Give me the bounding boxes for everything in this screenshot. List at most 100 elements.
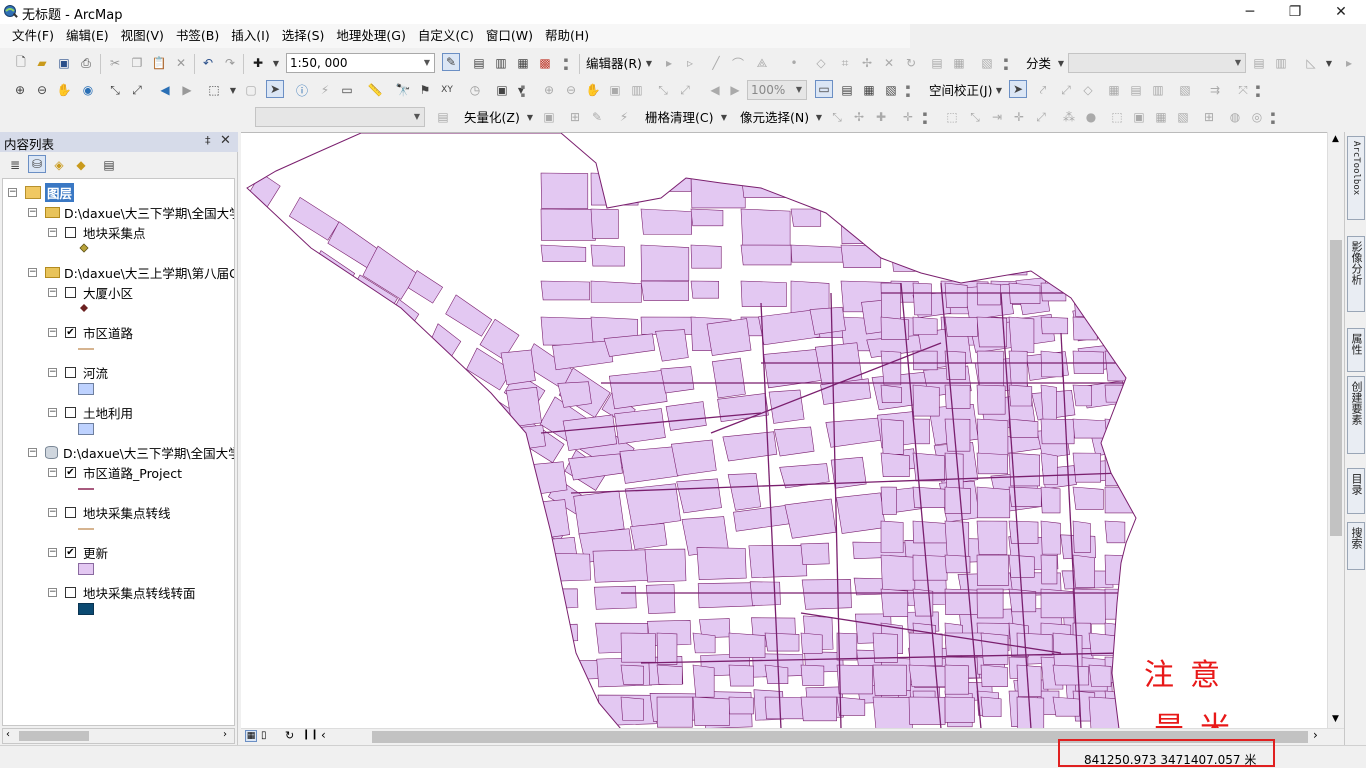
zoom-out-icon[interactable]: ⊖ — [33, 81, 51, 99]
fixed-zoom-out-icon[interactable]: ⤢ — [128, 81, 146, 99]
collapse-icon[interactable]: − — [48, 327, 57, 337]
vectorization-menu-button[interactable]: 矢量化(Z) — [464, 109, 520, 127]
create-features-icon[interactable]: ▧ — [978, 54, 996, 72]
create-viewer-icon[interactable]: ▣ — [493, 81, 511, 99]
select-elements-icon[interactable]: ➤ — [266, 80, 284, 98]
undo-icon[interactable]: ↶ — [199, 54, 217, 72]
edit-vertices-icon[interactable]: ◇ — [812, 54, 830, 72]
edit-annotation-icon[interactable]: ▹ — [681, 54, 699, 72]
toc-layer-item[interactable]: − ✔ 更新 — [48, 542, 108, 562]
menu-bookmarks[interactable]: 书签(B) — [170, 24, 225, 48]
scroll-thumb[interactable] — [19, 731, 89, 741]
menu-view[interactable]: 视图(V) — [115, 24, 170, 48]
end-point-arc-icon[interactable]: ⌒ — [729, 54, 747, 72]
layer-visibility-checkbox[interactable] — [65, 406, 76, 418]
collapse-icon[interactable]: − — [28, 447, 37, 457]
snap-cross-icon[interactable]: ✛ — [899, 108, 917, 126]
toc-layer-item[interactable]: − 地块采集点 — [48, 222, 146, 242]
layer-visibility-checkbox[interactable]: ✔ — [65, 326, 76, 338]
scroll-down-icon[interactable]: ▼ — [1332, 714, 1339, 724]
save-icon[interactable]: ▣ — [55, 54, 73, 72]
menu-help[interactable]: 帮助(H) — [539, 24, 595, 48]
construct-features-icon[interactable]: ✛ — [1010, 108, 1028, 126]
toc-layer-item[interactable]: − ✔ 市区道路_Project — [48, 462, 182, 482]
layout-pan-icon[interactable]: ✋ — [584, 81, 602, 99]
collapse-icon[interactable]: − — [48, 467, 57, 477]
fixed-zoom-in-layout-icon[interactable]: ⤡ — [654, 81, 672, 99]
layer-name[interactable]: 市区道路_Project — [83, 463, 182, 482]
toolbar-grip[interactable]: ▪ ▪ — [563, 54, 569, 74]
dock-tab-search[interactable]: 搜索 — [1347, 522, 1365, 570]
limited-adjust-icon[interactable]: ▤ — [1127, 81, 1145, 99]
toc-options-icon[interactable]: ▤ — [100, 156, 118, 174]
toc-layer-item[interactable]: − 土地利用 — [48, 402, 133, 422]
new-displacement-link-icon[interactable]: ⤤ — [1034, 81, 1052, 99]
select-element-arrow-icon[interactable]: ➤ — [1009, 80, 1027, 98]
scroll-left-icon[interactable]: ‹ — [321, 728, 326, 742]
layer-visibility-checkbox[interactable] — [65, 366, 76, 378]
collapse-icon[interactable]: − — [48, 287, 57, 297]
toolbar-grip[interactable]: ▪ ▪ — [922, 108, 928, 128]
toc-layer-item[interactable]: − 地块采集点转线转面 — [48, 582, 196, 602]
topology-errors-icon[interactable]: ◎ — [1248, 108, 1266, 126]
chevron-down-icon[interactable]: ▼ — [810, 108, 828, 126]
validate-topology-icon[interactable]: ⁂ — [1060, 108, 1078, 126]
layer-name[interactable]: 更新 — [83, 543, 108, 562]
toc-layer-item[interactable]: − 大厦小区 — [48, 282, 133, 302]
layer-name[interactable]: 大厦小区 — [83, 283, 133, 302]
attribute-transfer-icon[interactable]: ▧ — [1176, 81, 1194, 99]
layer-name[interactable]: 地块采集点转线转面 — [83, 583, 196, 602]
dock-tab-create-features[interactable]: 创建要素 — [1347, 376, 1365, 454]
catalog-window-icon[interactable]: ▥ — [492, 54, 510, 72]
editor-toolbar-icon[interactable]: ✎ — [442, 53, 460, 71]
identify-icon[interactable]: ⓘ — [293, 81, 311, 99]
toc-source-group[interactable]: − D:\daxue\大三上学期\第八届G — [28, 262, 234, 282]
classify-menu-button[interactable]: 分类 — [1026, 55, 1051, 73]
menu-customize[interactable]: 自定义(C) — [412, 24, 480, 48]
toc-layer-item[interactable]: − 河流 — [48, 362, 108, 382]
collapse-icon[interactable]: − — [48, 547, 57, 557]
scroll-up-icon[interactable]: ▲ — [1332, 134, 1339, 144]
cut-polygons-icon[interactable]: ✢ — [858, 54, 876, 72]
fixed-zoom-out-layout-icon[interactable]: ⤢ — [676, 81, 694, 99]
toc-layer-item[interactable]: − 地块采集点转线 — [48, 502, 171, 522]
dirty-areas-icon[interactable]: ◍ — [1226, 108, 1244, 126]
time-slider-icon[interactable]: ◷ — [466, 81, 484, 99]
layer-visibility-checkbox[interactable]: ✔ — [65, 546, 76, 558]
layer-visibility-checkbox[interactable] — [65, 506, 76, 518]
copy-icon[interactable]: ❐ — [128, 54, 146, 72]
interactive-select-icon[interactable]: ✢ — [850, 108, 868, 126]
topology-edit-icon[interactable]: ⬚ — [943, 108, 961, 126]
next-extent-layout-icon[interactable]: ▶ — [726, 81, 744, 99]
data-view-icon[interactable]: ▦ — [245, 730, 257, 742]
toolbar-grip[interactable]: ▪ ▪ — [905, 81, 911, 101]
list-by-source-icon[interactable]: ⛁ — [28, 155, 46, 173]
view-link-table-icon[interactable]: ▥ — [1149, 81, 1167, 99]
multi-link-icon[interactable]: ◇ — [1079, 81, 1097, 99]
menu-windows[interactable]: 窗口(W) — [480, 24, 539, 48]
layout-zoom-in-icon[interactable]: ⊕ — [540, 81, 558, 99]
delete-icon[interactable]: ✕ — [172, 54, 190, 72]
toc-layer-item[interactable]: − ✔ 市区道路 — [48, 322, 133, 342]
scroll-left-icon[interactable]: ‹ — [6, 729, 10, 740]
layout-view-icon[interactable]: ▯ — [261, 730, 267, 741]
maximize-button[interactable]: ❐ — [1272, 0, 1318, 24]
collapse-icon[interactable]: − — [28, 267, 37, 277]
close-button[interactable]: ✕ — [1318, 0, 1364, 24]
topology-rules-icon[interactable]: ▦ — [1152, 108, 1170, 126]
cluster-tolerance-icon[interactable]: ▧ — [1174, 108, 1192, 126]
clear-selection-icon[interactable]: ▢ — [242, 81, 260, 99]
hyperlink-icon[interactable]: ⚡ — [316, 81, 334, 99]
forward-extent-icon[interactable]: ▶ — [178, 81, 196, 99]
previous-extent-layout-icon[interactable]: ◀ — [706, 81, 724, 99]
reshape-feature-icon[interactable]: ⌗ — [836, 54, 854, 72]
classify-layer-combo[interactable]: ▼ — [1068, 53, 1246, 73]
editor-menu-button[interactable]: 编辑器(R) — [586, 55, 642, 73]
map-topology-icon[interactable]: ⇥ — [988, 108, 1006, 126]
toc-source-group[interactable]: − D:\daxue\大三下学期\全国大学 — [28, 202, 234, 222]
collapse-icon[interactable]: − — [28, 207, 37, 217]
search-window-icon[interactable]: ▦ — [514, 54, 532, 72]
collapse-icon[interactable]: − — [48, 367, 57, 377]
cut-icon[interactable]: ✂ — [106, 54, 124, 72]
list-by-visibility-icon[interactable]: ◈ — [50, 156, 68, 174]
